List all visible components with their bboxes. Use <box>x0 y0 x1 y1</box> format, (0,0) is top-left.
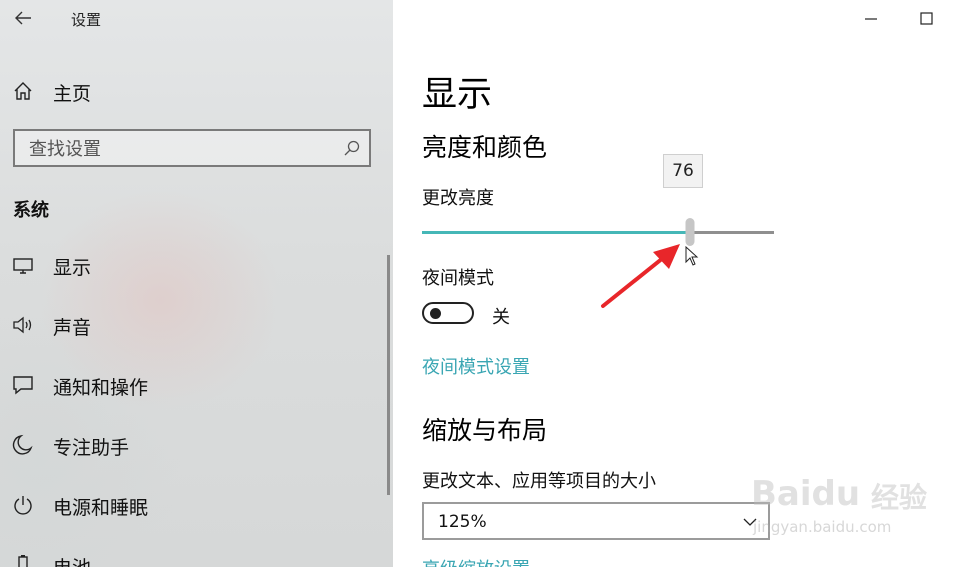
night-mode-settings-link[interactable]: 夜间模式设置 <box>422 353 530 379</box>
sidebar-item-power[interactable]: 电源和睡眠 <box>0 483 390 527</box>
toggle-knob <box>430 308 441 319</box>
sidebar-item-label: 专注助手 <box>53 437 130 459</box>
sidebar-item-label: 声音 <box>53 317 92 339</box>
advanced-scale-link[interactable]: 高级缩放设置 <box>422 555 530 567</box>
night-mode-toggle[interactable] <box>422 302 474 324</box>
chevron-down-icon <box>742 514 758 528</box>
brightness-section-title: 亮度和颜色 <box>422 133 548 162</box>
sidebar-item-sound[interactable]: 声音 <box>0 303 390 347</box>
minimize-icon[interactable] <box>859 8 883 30</box>
home-icon <box>12 80 34 102</box>
sidebar-item-label: 电池 <box>53 553 91 567</box>
search-input[interactable] <box>27 136 331 162</box>
power-icon <box>12 494 34 516</box>
scale-label: 更改文本、应用等项目的大小 <box>422 471 656 492</box>
main-content: 显示 亮度和颜色 76 更改亮度 夜间模式 关 夜间模式设置 缩放与布局 更改文… <box>393 0 978 567</box>
sidebar-item-label: 通知和操作 <box>53 377 149 399</box>
app-title: 设置 <box>71 11 102 29</box>
scale-dropdown[interactable]: 125% <box>422 502 770 540</box>
annotation-arrow-icon <box>601 244 680 308</box>
speaker-icon <box>12 314 34 336</box>
sidebar-item-notifications[interactable]: 通知和操作 <box>0 363 390 407</box>
sidebar-item-focus-assist[interactable]: 专注助手 <box>0 423 390 467</box>
scale-value: 125% <box>438 512 487 532</box>
sidebar-item-label: 电源和睡眠 <box>53 497 149 519</box>
search-box[interactable] <box>13 129 371 167</box>
page-title: 显示 <box>422 75 493 115</box>
night-mode-state: 关 <box>492 307 510 328</box>
battery-icon <box>12 554 34 567</box>
sidebar-item-display[interactable]: 显示 <box>0 243 390 287</box>
moon-icon <box>12 434 34 456</box>
slider-fill <box>422 231 690 234</box>
sidebar-item-home[interactable]: 主页 <box>0 69 390 113</box>
sidebar-item-battery[interactable]: 电池 <box>0 543 390 567</box>
brightness-tooltip: 76 <box>663 154 703 188</box>
maximize-icon[interactable] <box>915 8 937 30</box>
sidebar-scrollbar[interactable] <box>387 255 390 495</box>
notification-icon <box>12 374 34 396</box>
monitor-icon <box>12 254 34 276</box>
sidebar-item-label: 显示 <box>53 257 92 279</box>
brightness-label: 更改亮度 <box>422 188 494 209</box>
sidebar: 设置 主页 系统 显示 声音 通知和操作 专注助手 <box>0 0 393 567</box>
scale-section-title: 缩放与布局 <box>422 416 548 445</box>
section-title: 系统 <box>13 200 49 221</box>
sidebar-item-label: 主页 <box>53 83 92 105</box>
night-mode-label: 夜间模式 <box>422 268 494 289</box>
back-arrow-icon[interactable] <box>12 7 34 29</box>
search-icon[interactable] <box>343 139 361 157</box>
